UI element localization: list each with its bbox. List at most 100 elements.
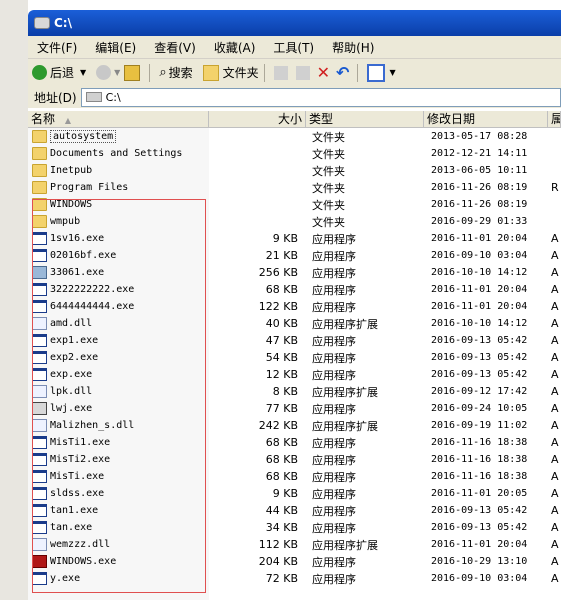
chevron-down-icon[interactable]: ▼ (389, 68, 395, 77)
file-row[interactable]: lpk.dll 8 KB 应用程序扩展 2016-09-12 17:42 A (28, 383, 561, 400)
file-row[interactable]: MisTi2.exe 68 KB 应用程序 2016-11-16 18:38 A (28, 451, 561, 468)
file-row[interactable]: exp1.exe 47 KB 应用程序 2016-09-13 05:42 A (28, 332, 561, 349)
file-name: MisTi1.exe (50, 437, 111, 448)
file-type: 应用程序 (312, 436, 356, 450)
file-name: Malizhen_s.dll (50, 420, 135, 431)
file-type: 文件夹 (312, 181, 345, 195)
file-type: 应用程序 (312, 266, 356, 280)
file-modified-date: 2016-10-29 13:10 (431, 556, 528, 567)
column-header-date[interactable]: 修改日期 (424, 111, 548, 127)
copy-to-icon[interactable] (295, 65, 310, 80)
file-row[interactable]: Documents and Settings 文件夹 2012-12-21 14:1… (28, 145, 561, 162)
application-icon (32, 453, 47, 466)
file-row[interactable]: lwj.exe 77 KB 应用程序 2016-09-24 10:05 A (28, 400, 561, 417)
file-row[interactable]: Inetpub 文件夹 2013-06-05 10:11 (28, 162, 561, 179)
file-row[interactable]: 33061.exe 256 KB 应用程序 2016-10-10 14:12 A (28, 264, 561, 281)
menu-help[interactable]: 帮助(H) (323, 39, 383, 56)
file-row[interactable]: exp.exe 12 KB 应用程序 2016-09-13 05:42 A (28, 366, 561, 383)
file-name: lwj.exe (50, 403, 93, 414)
application-icon (32, 504, 47, 517)
file-type: 应用程序 (312, 334, 356, 348)
file-modified-date: 2016-09-12 17:42 (431, 386, 528, 397)
column-header-name-label: 名称 (31, 112, 56, 126)
file-row[interactable]: MisTi1.exe 68 KB 应用程序 2016-11-16 18:38 A (28, 434, 561, 451)
column-header-name[interactable]: 名称 ▲ (28, 111, 209, 127)
file-row[interactable]: exp2.exe 54 KB 应用程序 2016-09-13 05:42 A (28, 349, 561, 366)
back-button[interactable]: 后退 ▼ (32, 64, 86, 81)
search-button[interactable]: ⌕ 搜索 (159, 64, 192, 81)
file-modified-date: 2016-11-01 20:05 (431, 488, 528, 499)
delete-icon[interactable]: ✕ (317, 63, 330, 82)
file-name-cell: sldss.exe (28, 487, 209, 500)
folder-icon (32, 181, 47, 194)
column-header-size[interactable]: 大小 (209, 111, 306, 127)
file-type: 应用程序 (312, 249, 356, 263)
dll-icon (32, 538, 47, 551)
file-row[interactable]: 6444444444.exe 122 KB 应用程序 2016-11-01 20:04… (28, 298, 561, 315)
file-name-cell: Inetpub (28, 164, 209, 177)
file-name-cell: 1sv16.exe (28, 232, 209, 245)
file-modified-date: 2016-09-10 03:04 (431, 250, 528, 261)
file-name-cell: 02016bf.exe (28, 249, 209, 262)
file-row[interactable]: wemzzz.dll 112 KB 应用程序扩展 2016-11-01 20:04 A (28, 536, 561, 553)
file-modified-date: 2016-11-01 20:04 (431, 301, 528, 312)
dll-icon (32, 385, 47, 398)
window-title: C:\ (54, 16, 72, 30)
file-row[interactable]: y.exe 72 KB 应用程序 2016-09-10 03:04 A (28, 570, 561, 587)
file-type: 文件夹 (312, 147, 345, 161)
file-row[interactable]: amd.dll 40 KB 应用程序扩展 2016-10-10 14:12 A (28, 315, 561, 332)
file-modified-date: 2013-06-05 10:11 (431, 165, 528, 176)
menu-tools[interactable]: 工具(T) (264, 39, 323, 56)
chevron-down-icon: ▼ (114, 68, 121, 77)
file-name-cell: lpk.dll (28, 385, 209, 398)
file-size: 204 KB (258, 555, 298, 568)
file-name-cell: WINDOWS.exe (28, 555, 209, 568)
file-attributes: A (551, 351, 559, 364)
file-row[interactable]: MisTi.exe 68 KB 应用程序 2016-11-16 18:38 A (28, 468, 561, 485)
file-name: amd.dll (50, 318, 93, 329)
file-name: lpk.dll (50, 386, 93, 397)
file-row[interactable]: 1sv16.exe 9 KB 应用程序 2016-11-01 20:04 A (28, 230, 561, 247)
application-icon (32, 470, 47, 483)
file-row[interactable]: wmpub 文件夹 2016-09-29 01:33 (28, 213, 561, 230)
file-name-cell: 33061.exe (28, 266, 209, 279)
file-list-view[interactable]: 名称 ▲ 大小 类型 修改日期 属 autosystem 文件夹 2013-05-1… (28, 108, 561, 600)
toolbar: 后退 ▼ ▼ ⌕ 搜索 文件夹 ✕ ↶ ▼ (28, 59, 561, 87)
file-size: 256 KB (258, 266, 298, 279)
file-type: 文件夹 (312, 215, 345, 229)
file-row[interactable]: tan.exe 34 KB 应用程序 2016-09-13 05:42 A (28, 519, 561, 536)
up-folder-icon[interactable] (124, 64, 141, 81)
file-name: Program Files (50, 182, 129, 193)
file-type: 应用程序 (312, 300, 356, 314)
file-row[interactable]: sldss.exe 9 KB 应用程序 2016-11-01 20:05 A (28, 485, 561, 502)
file-name-cell: Malizhen_s.dll (28, 419, 209, 432)
file-row[interactable]: tan1.exe 44 KB 应用程序 2016-09-13 05:42 A (28, 502, 561, 519)
file-row[interactable]: 02016bf.exe 21 KB 应用程序 2016-09-10 03:04 A (28, 247, 561, 264)
file-row[interactable]: autosystem 文件夹 2013-05-17 08:28 (28, 128, 561, 145)
file-row[interactable]: WINDOWS.exe 204 KB 应用程序 2016-10-29 13:10 A (28, 553, 561, 570)
column-header-attributes[interactable]: 属 (548, 111, 561, 127)
views-icon[interactable] (367, 63, 386, 82)
folders-button[interactable]: 文件夹 (202, 64, 259, 81)
file-row[interactable]: 3222222222.exe 68 KB 应用程序 2016-11-01 20:04 A (28, 281, 561, 298)
file-row[interactable]: Program Files 文件夹 2016-11-26 08:19 R (28, 179, 561, 196)
address-input[interactable]: C:\ (80, 87, 561, 107)
menu-view[interactable]: 查看(V) (145, 39, 205, 56)
forward-button[interactable]: ▼ (90, 65, 120, 80)
menu-favorites[interactable]: 收藏(A) (205, 39, 265, 56)
file-size: 68 KB (265, 453, 298, 466)
window-titlebar[interactable]: C:\ (28, 10, 561, 36)
forward-arrow-icon (96, 65, 112, 80)
file-size: 9 KB (272, 487, 298, 500)
undo-icon[interactable]: ↶ (336, 63, 349, 82)
menu-file[interactable]: 文件(F) (28, 39, 86, 56)
move-to-icon[interactable] (273, 65, 288, 80)
file-name-cell: MisTi.exe (28, 470, 209, 483)
file-row[interactable]: Malizhen_s.dll 242 KB 应用程序扩展 2016-09-19 11:… (28, 417, 561, 434)
menu-edit[interactable]: 编辑(E) (86, 39, 145, 56)
file-row[interactable]: WINDOWS 文件夹 2016-11-26 08:19 (28, 196, 561, 213)
file-attributes: A (551, 402, 559, 415)
file-size: 68 KB (265, 436, 298, 449)
file-name: 6444444444.exe (50, 301, 135, 312)
column-header-type[interactable]: 类型 (306, 111, 424, 127)
